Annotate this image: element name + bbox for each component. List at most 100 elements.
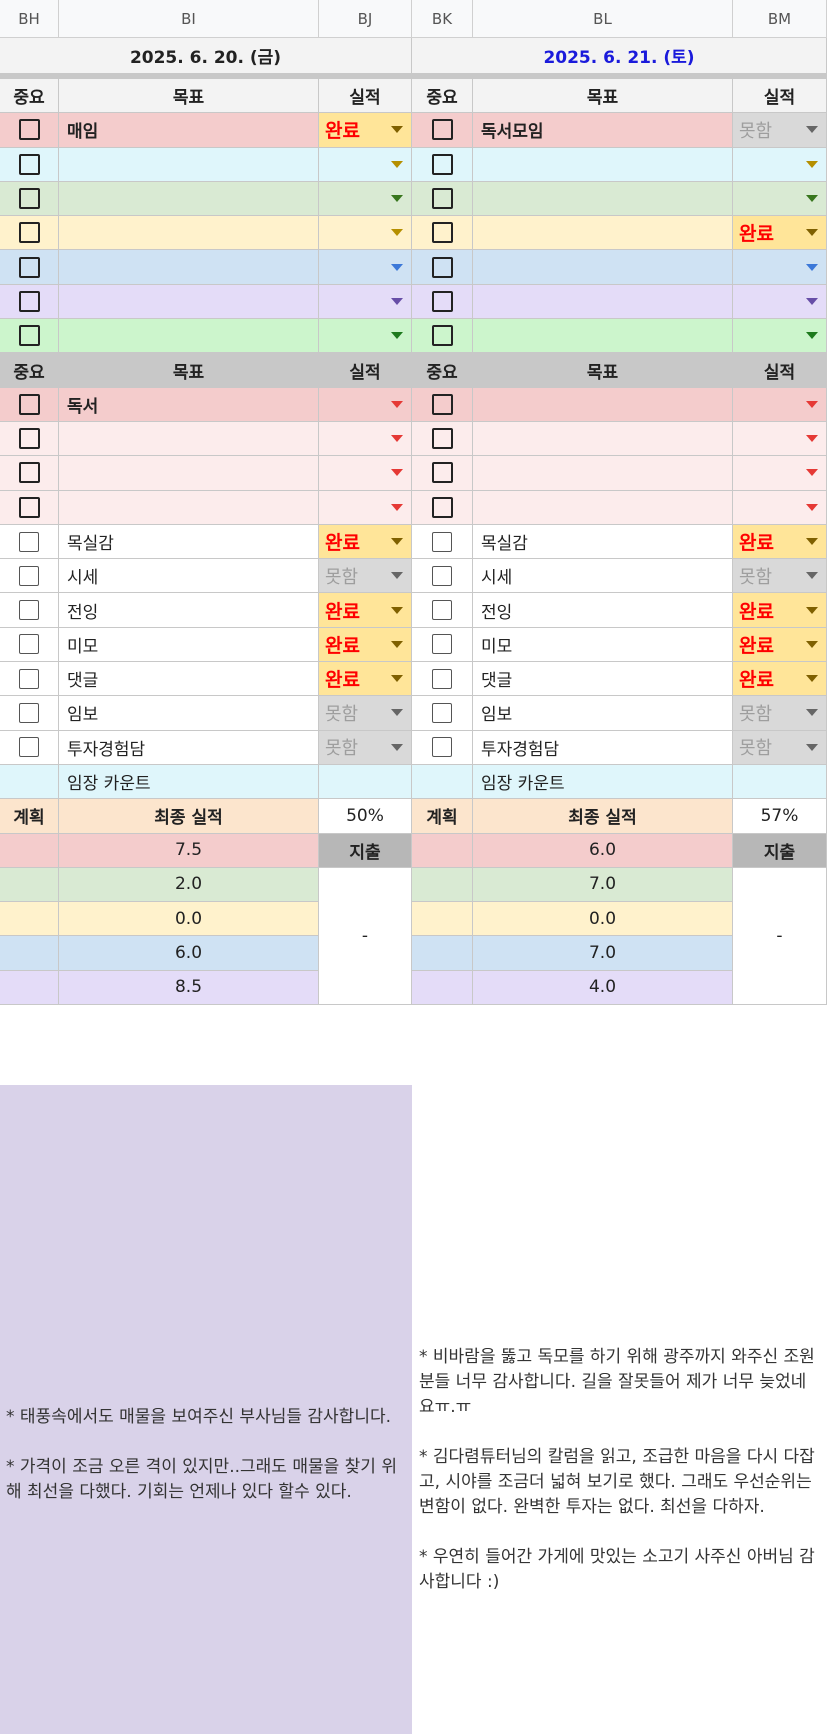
result-dropdown[interactable] <box>319 491 411 524</box>
score-color-cell[interactable] <box>412 833 473 868</box>
habit-result-cell[interactable]: 못함 <box>319 559 412 594</box>
result-cell[interactable] <box>733 456 827 491</box>
expense-value-left[interactable]: - <box>319 867 412 1006</box>
habit-result-cell[interactable]: 못함 <box>733 559 827 594</box>
checkbox[interactable] <box>19 531 39 552</box>
result-dropdown[interactable]: 완료 <box>319 524 411 559</box>
goal-cell[interactable] <box>473 456 733 491</box>
imjang-count-value[interactable] <box>319 764 412 800</box>
result-cell[interactable] <box>733 284 827 320</box>
habit-check-cell[interactable] <box>0 559 59 594</box>
chevron-down-icon[interactable] <box>391 709 403 717</box>
chevron-down-icon[interactable] <box>391 126 403 134</box>
checkbox[interactable] <box>431 496 453 518</box>
important-cell[interactable] <box>412 490 473 525</box>
result-cell[interactable] <box>733 319 827 354</box>
habit-result-cell[interactable]: 못함 <box>319 696 412 731</box>
chevron-down-icon[interactable] <box>806 332 818 340</box>
imjang-count-label[interactable]: 임장 카운트 <box>473 764 733 800</box>
column-header[interactable]: BJ <box>319 0 412 38</box>
chevron-down-icon[interactable] <box>806 400 818 408</box>
result-cell[interactable] <box>319 490 412 525</box>
important-cell[interactable] <box>0 421 59 457</box>
habit-result-cell[interactable]: 완료 <box>733 593 827 628</box>
chevron-down-icon[interactable] <box>391 229 403 237</box>
habit-check-cell[interactable] <box>412 662 473 697</box>
result-dropdown[interactable]: 완료 <box>733 524 826 559</box>
habit-result-cell[interactable]: 완료 <box>319 662 412 697</box>
date-cell-right[interactable]: 2025. 6. 21. (토) <box>412 38 827 74</box>
habit-check-cell[interactable] <box>0 627 59 663</box>
habit-check-cell[interactable] <box>0 593 59 628</box>
habit-name-cell[interactable]: 댓글 <box>473 662 733 697</box>
important-header[interactable]: 중요 <box>412 353 473 388</box>
chevron-down-icon[interactable] <box>391 400 403 408</box>
goal-cell[interactable]: 독서모임 <box>473 113 733 148</box>
result-cell[interactable] <box>319 456 412 491</box>
habit-name-cell[interactable]: 댓글 <box>59 662 319 697</box>
habit-result-cell[interactable]: 완료 <box>733 662 827 697</box>
result-dropdown[interactable]: 완료 <box>319 113 411 147</box>
score-color-cell[interactable] <box>412 970 473 1006</box>
goal-cell[interactable] <box>59 456 319 491</box>
chevron-down-icon[interactable] <box>391 469 403 477</box>
checkbox[interactable] <box>18 325 40 347</box>
habit-name-cell[interactable]: 투자경험담 <box>473 730 733 765</box>
chevron-down-icon[interactable] <box>806 469 818 477</box>
goal-cell[interactable] <box>473 387 733 422</box>
important-header[interactable]: 중요 <box>0 353 59 388</box>
important-cell[interactable] <box>0 319 59 354</box>
checkbox[interactable] <box>19 702 39 723</box>
score-color-cell[interactable] <box>0 936 59 971</box>
score-color-cell[interactable] <box>412 867 473 903</box>
chevron-down-icon[interactable] <box>806 263 818 271</box>
chevron-down-icon[interactable] <box>806 743 818 751</box>
important-cell[interactable] <box>412 113 473 148</box>
score-value-left[interactable]: 6.0 <box>59 936 319 971</box>
result-dropdown[interactable] <box>319 250 411 283</box>
final-percent-right[interactable]: 57% <box>733 799 827 834</box>
result-dropdown[interactable]: 완료 <box>733 662 826 696</box>
chevron-down-icon[interactable] <box>391 263 403 271</box>
goal-cell[interactable] <box>59 147 319 182</box>
result-dropdown[interactable]: 못함 <box>319 559 411 593</box>
score-value-left[interactable]: 8.5 <box>59 970 319 1006</box>
checkbox[interactable] <box>431 462 453 484</box>
habit-check-cell[interactable] <box>412 559 473 594</box>
goal-cell[interactable] <box>473 216 733 251</box>
important-cell[interactable] <box>412 284 473 320</box>
result-dropdown[interactable] <box>319 285 411 318</box>
habit-result-cell[interactable]: 완료 <box>319 593 412 628</box>
result-cell[interactable] <box>319 387 412 422</box>
imjang-count-label[interactable]: 임장 카운트 <box>59 764 319 800</box>
checkbox[interactable] <box>18 496 40 518</box>
goal-cell[interactable] <box>59 284 319 320</box>
important-header[interactable]: 중요 <box>412 79 473 114</box>
checkbox[interactable] <box>432 668 452 689</box>
chevron-down-icon[interactable] <box>391 503 403 511</box>
important-cell[interactable] <box>412 250 473 285</box>
chevron-down-icon[interactable] <box>806 538 818 545</box>
result-header[interactable]: 실적 <box>319 353 412 388</box>
result-dropdown[interactable] <box>733 285 826 318</box>
expense-value-right[interactable]: - <box>733 867 827 1006</box>
important-cell[interactable] <box>412 147 473 182</box>
checkbox[interactable] <box>432 565 452 586</box>
habit-name-cell[interactable]: 투자경험담 <box>59 730 319 765</box>
checkbox[interactable] <box>431 325 453 347</box>
habit-name-cell[interactable]: 미모 <box>59 627 319 663</box>
chevron-down-icon[interactable] <box>391 435 403 443</box>
goal-cell[interactable] <box>473 147 733 182</box>
note-left[interactable]: * 태풍속에서도 매물을 보여주신 부사님들 감사합니다. * 가격이 조금 오… <box>0 1085 412 1734</box>
result-cell[interactable] <box>733 250 827 285</box>
checkbox[interactable] <box>19 668 39 689</box>
result-dropdown[interactable] <box>319 456 411 489</box>
chevron-down-icon[interactable] <box>806 297 818 305</box>
goal-header[interactable]: 목표 <box>59 79 319 114</box>
checkbox[interactable] <box>18 153 40 175</box>
chevron-down-icon[interactable] <box>391 297 403 305</box>
score-value-right[interactable]: 7.0 <box>473 867 733 903</box>
imjang-count-value[interactable] <box>733 764 827 800</box>
final-percent-left[interactable]: 50% <box>319 799 412 834</box>
checkbox[interactable] <box>18 222 40 244</box>
